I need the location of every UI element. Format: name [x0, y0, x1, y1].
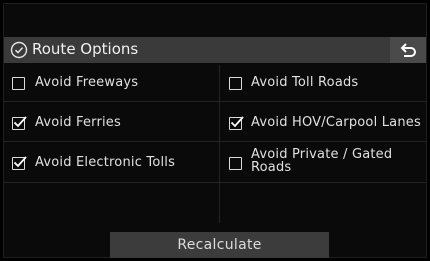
option-label: Avoid Toll Roads [251, 75, 359, 90]
option-avoid-electronic-tolls[interactable]: Avoid Electronic Tolls [4, 145, 219, 182]
option-row: Avoid Ferries Avoid HOV/Carpool Lanes [4, 105, 426, 142]
option-avoid-private-gated-roads[interactable]: Avoid Private / Gated Roads [220, 145, 426, 182]
checkbox-unchecked[interactable] [229, 77, 242, 90]
option-label: Avoid Private / Gated Roads [251, 147, 393, 175]
checkbox-unchecked[interactable] [12, 77, 25, 90]
option-avoid-ferries[interactable]: Avoid Ferries [4, 105, 219, 142]
checkbox-checked[interactable] [12, 116, 27, 130]
option-row: Avoid Freeways Avoid Toll Roads [4, 65, 426, 102]
option-label: Avoid Ferries [35, 115, 121, 130]
options-grid: Avoid Freeways Avoid Toll Roads Avoid Fe… [4, 65, 426, 223]
empty-cell [220, 186, 426, 223]
checkmark-icon [13, 156, 27, 168]
checkmark-icon [13, 116, 27, 128]
check-circle-icon [10, 41, 28, 59]
option-label: Avoid Electronic Tolls [35, 155, 176, 170]
recalculate-button[interactable]: Recalculate [110, 232, 329, 258]
checkbox-checked[interactable] [229, 116, 244, 130]
page-title: Route Options [32, 40, 139, 58]
option-avoid-freeways[interactable]: Avoid Freeways [4, 65, 219, 102]
route-options-header: Route Options [4, 37, 426, 63]
empty-cell [4, 186, 219, 223]
option-label: Avoid HOV/Carpool Lanes [251, 115, 421, 130]
checkbox-checked[interactable] [12, 156, 27, 170]
return-arrow-icon [400, 43, 416, 57]
option-avoid-toll-roads[interactable]: Avoid Toll Roads [220, 65, 426, 102]
option-row: Avoid Electronic Tolls Avoid Private / G… [4, 145, 426, 183]
checkmark-icon [230, 116, 244, 128]
option-label: Avoid Freeways [35, 75, 139, 90]
checkbox-unchecked[interactable] [229, 157, 242, 170]
option-row-empty [4, 186, 426, 223]
back-button[interactable] [390, 37, 426, 63]
option-avoid-hov-lanes[interactable]: Avoid HOV/Carpool Lanes [220, 105, 426, 142]
